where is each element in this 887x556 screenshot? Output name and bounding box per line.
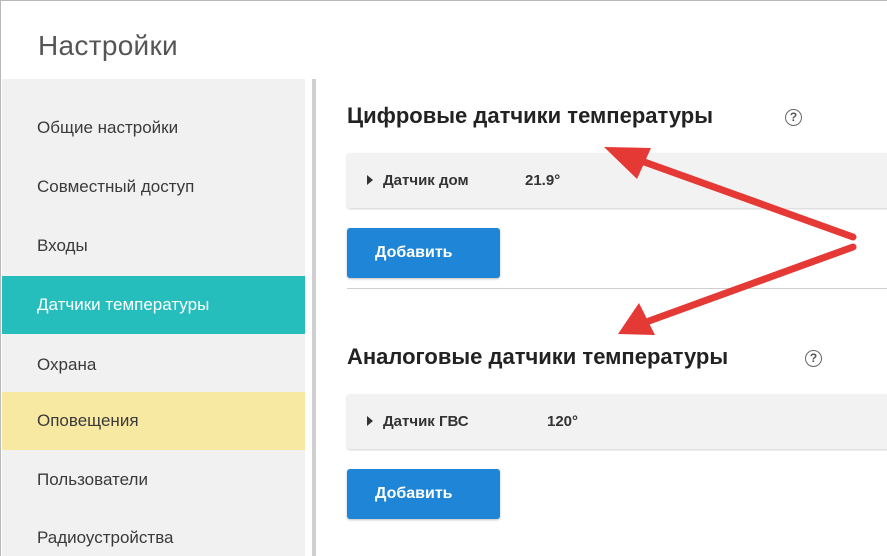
header: Настройки xyxy=(2,2,887,79)
sidebar-item-inputs[interactable]: Входы xyxy=(2,217,305,275)
sidebar-item-sharing[interactable]: Совместный доступ xyxy=(2,158,305,216)
add-digital-sensor-button[interactable]: Добавить xyxy=(347,228,500,278)
add-analog-sensor-button[interactable]: Добавить xyxy=(347,469,500,519)
sidebar-item-label: Пользователи xyxy=(37,470,148,489)
sidebar-item-label: Общие настройки xyxy=(37,118,179,137)
section-divider xyxy=(347,288,887,289)
app-window: Настройки Общие настройки Совместный дос… xyxy=(0,0,887,556)
sensor-name: Датчик ГВС xyxy=(383,413,469,430)
page-title: Настройки xyxy=(38,30,178,61)
sidebar-item-general[interactable]: Общие настройки xyxy=(2,99,305,157)
sidebar-item-label: Совместный доступ xyxy=(37,177,195,196)
sensor-row-digital[interactable]: Датчик дом 21.9° xyxy=(347,153,887,208)
sidebar-item-users[interactable]: Пользователи xyxy=(2,451,305,509)
help-icon[interactable]: ? xyxy=(785,109,802,126)
sidebar-item-notifications[interactable]: Оповещения xyxy=(2,392,305,450)
analog-sensors-title: Аналоговые датчики температуры xyxy=(347,344,729,369)
annotation-arrow-bottom xyxy=(618,243,857,335)
sidebar-item-label: Датчики температуры xyxy=(37,295,210,314)
sidebar-item-label: Радиоустройства xyxy=(37,528,174,547)
sidebar-item-label: Охрана xyxy=(37,355,97,374)
sidebar-item-label: Входы xyxy=(37,236,88,255)
sidebar-item-temperature-sensors[interactable]: Датчики температуры xyxy=(2,276,305,334)
sidebar-item-radio-devices[interactable]: Радиоустройства xyxy=(2,509,305,556)
sensor-name: Датчик дом xyxy=(383,172,469,189)
help-icon[interactable]: ? xyxy=(805,350,822,367)
expand-caret-icon[interactable] xyxy=(367,416,373,426)
sidebar-item-security[interactable]: Охрана xyxy=(2,336,305,394)
sidebar-item-label: Оповещения xyxy=(37,411,139,430)
sidebar-scrollbar[interactable] xyxy=(312,79,316,556)
sidebar: Общие настройки Совместный доступ Входы … xyxy=(2,79,305,556)
sensor-value: 21.9° xyxy=(525,172,561,189)
expand-caret-icon[interactable] xyxy=(367,175,373,185)
digital-sensors-title: Цифровые датчики температуры xyxy=(347,103,713,128)
sensor-row-analog[interactable]: Датчик ГВС 120° xyxy=(347,394,887,449)
sensor-value: 120° xyxy=(547,413,579,430)
